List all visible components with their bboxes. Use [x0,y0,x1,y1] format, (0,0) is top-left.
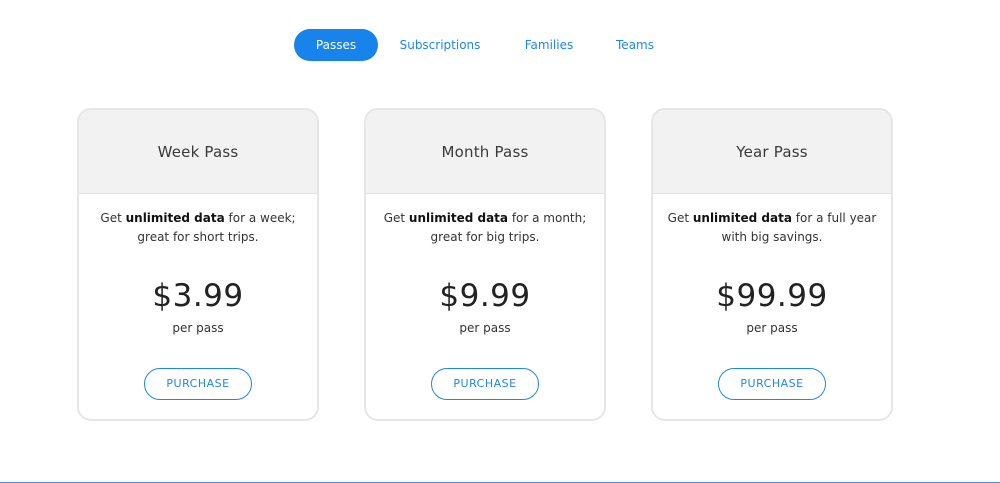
pricing-card-week: Week Pass Get unlimited data for a week;… [77,108,319,421]
tab-teams[interactable]: Teams [605,29,665,61]
card-description: Get unlimited data for a full year with … [663,209,881,247]
desc-highlight: unlimited data [692,211,792,225]
pricing-card-month: Month Pass Get unlimited data for a mont… [364,108,606,421]
purchase-button-week[interactable]: PURCHASE [144,368,252,400]
card-description: Get unlimited data for a week; great for… [89,209,307,247]
card-price-unit: per pass [459,321,511,335]
desc-prefix: Get [100,211,126,225]
tab-families[interactable]: Families [515,29,583,61]
tab-subscriptions[interactable]: Subscriptions [392,29,488,61]
card-price: $3.99 [152,278,244,314]
purchase-button-year[interactable]: PURCHASE [718,368,826,400]
pricing-card-year: Year Pass Get unlimited data for a full … [651,108,893,421]
card-header: Year Pass [653,110,891,194]
card-title: Year Pass [736,143,808,161]
card-header: Week Pass [79,110,317,194]
card-price: $9.99 [439,278,531,314]
card-price-unit: per pass [172,321,224,335]
card-header: Month Pass [366,110,604,194]
desc-prefix: Get [667,211,693,225]
card-price-unit: per pass [746,321,798,335]
purchase-button-month[interactable]: PURCHASE [431,368,539,400]
card-title: Week Pass [157,143,239,161]
desc-prefix: Get [383,211,409,225]
tab-passes[interactable]: Passes [294,29,378,61]
desc-highlight: unlimited data [408,211,508,225]
card-description: Get unlimited data for a month; great fo… [376,209,594,247]
desc-highlight: unlimited data [125,211,225,225]
card-title: Month Pass [441,143,529,161]
plan-tabs: Passes Subscriptions Families Teams [0,29,1000,61]
card-price: $99.99 [716,278,828,314]
